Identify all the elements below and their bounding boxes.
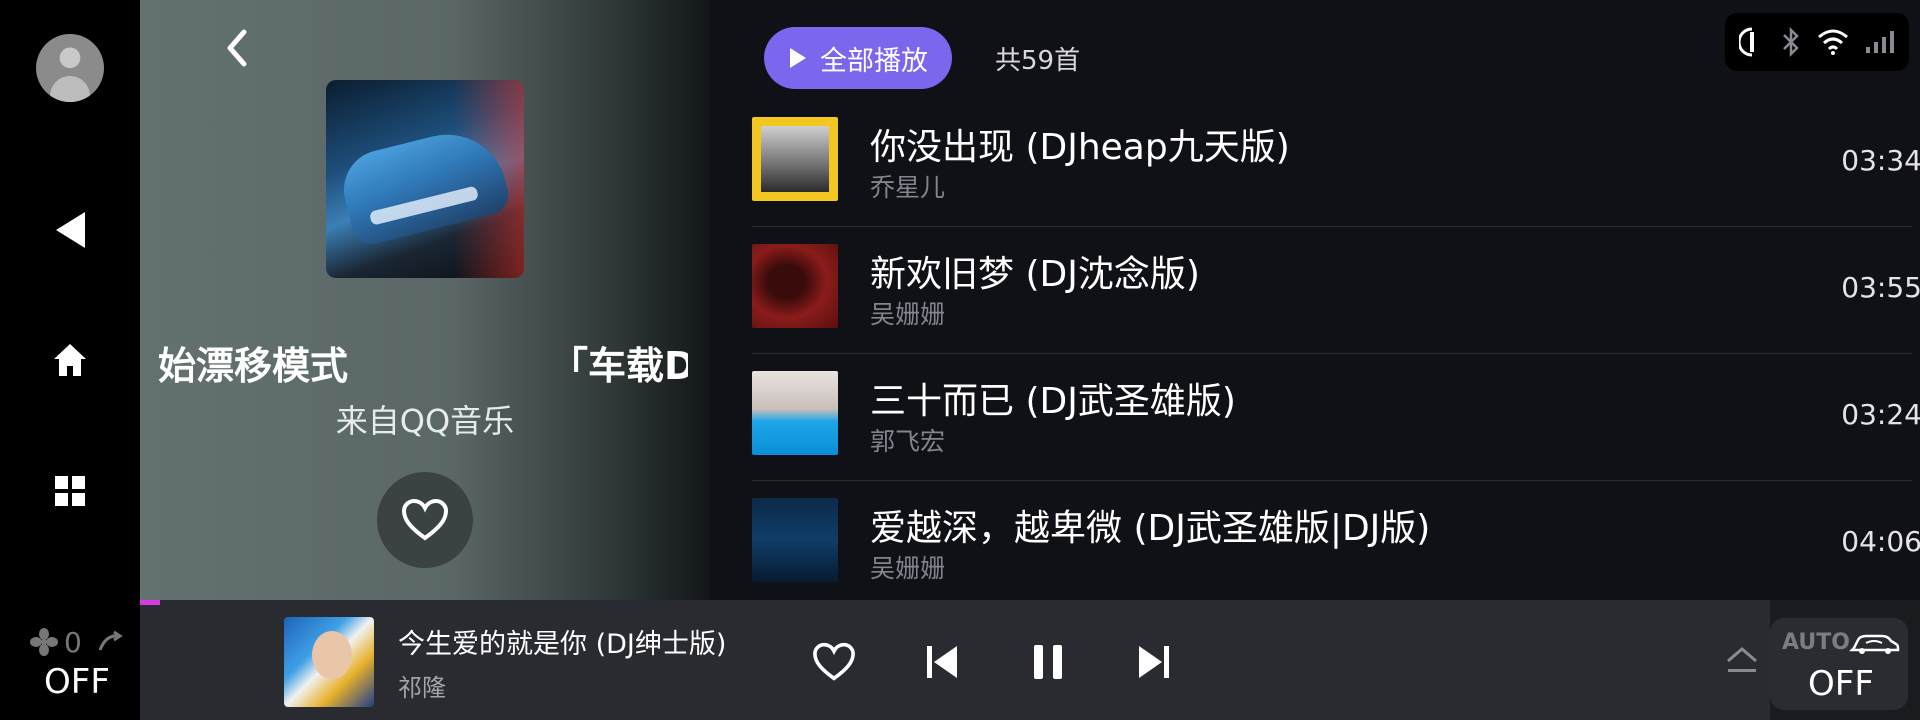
nav-home-button[interactable] [44, 334, 96, 386]
song-duration: 03:55 [1841, 271, 1920, 304]
playlist-cover [326, 80, 524, 278]
nav-back-button[interactable] [44, 204, 96, 256]
song-duration: 04:06 [1841, 525, 1920, 558]
car-recirculation-icon [1848, 634, 1900, 654]
side-nav [0, 0, 140, 600]
bluetooth-icon [1782, 26, 1799, 58]
fan-icon [30, 628, 58, 656]
back-triangle-icon [56, 212, 85, 248]
playback-progress[interactable] [140, 600, 1780, 605]
song-duration: 03:24 [1841, 398, 1920, 431]
auto-mode-label: AUTO [1782, 630, 1850, 655]
pause-icon [1034, 645, 1062, 679]
play-all-label: 全部播放 [820, 45, 928, 77]
play-icon [790, 48, 806, 68]
wifi-icon [1817, 29, 1848, 55]
playlist-source: 来自QQ音乐 [335, 402, 515, 440]
playlist-title-left: 始漂移模式 [158, 344, 349, 385]
like-button[interactable] [810, 638, 858, 686]
song-row[interactable]: 新欢旧梦 (DJ沈念版) 吴姗姗 03:55 [752, 227, 1920, 354]
home-icon [54, 344, 86, 376]
song-thumbnail [752, 371, 838, 455]
song-list-area: 全部播放 共59首 你没出现 (DJheap九天版) 乔星儿 03:34 新欢旧… [710, 0, 1920, 600]
song-row[interactable]: 三十而已 (DJ武圣雄版) 郭飞宏 03:24 [752, 354, 1920, 481]
favorite-playlist-button[interactable] [377, 472, 473, 568]
chevron-left-icon [227, 29, 247, 67]
wireless-charge-icon [1738, 27, 1754, 57]
airflow-icon [98, 630, 123, 651]
auto-climate-box[interactable]: AUTO OFF [1770, 618, 1908, 710]
climate-right-status: OFF [1808, 664, 1874, 704]
now-playing-artist: 祁隆 [398, 674, 446, 702]
previous-icon [927, 646, 957, 678]
playlist-title-marquee: 始漂移模式 「车载D [158, 335, 688, 385]
music-app-screen: 始漂移模式 「车载D 来自QQ音乐 全部播放 共59首 你没出现 (DJheap… [0, 0, 1920, 720]
song-title: 三十而已 (DJ武圣雄版) [870, 381, 1236, 422]
song-artist: 吴姗姗 [870, 554, 946, 583]
song-duration: 03:34 [1841, 144, 1920, 177]
song-title: 新欢旧梦 (DJ沈念版) [870, 254, 1200, 295]
expand-player-button[interactable] [1718, 638, 1766, 686]
expand-up-icon [1727, 647, 1757, 672]
song-list: 你没出现 (DJheap九天版) 乔星儿 03:34 新欢旧梦 (DJ沈念版) … [752, 100, 1920, 607]
song-thumbnail [752, 244, 838, 328]
pause-button[interactable] [1024, 638, 1072, 686]
heart-icon [813, 642, 855, 681]
climate-fan-control[interactable]: 0 OFF [0, 600, 140, 720]
mini-player: 今生爱的就是你 (DJ绅士版) 祁隆 [140, 600, 1780, 720]
back-button[interactable] [220, 28, 256, 68]
heart-icon [401, 498, 449, 541]
song-thumbnail [752, 117, 838, 201]
song-artist: 乔星儿 [870, 173, 946, 202]
status-bar [1725, 13, 1909, 71]
playlist-title-right: 「车载D [550, 344, 688, 385]
song-count: 共59首 [995, 46, 1081, 76]
climate-auto-control[interactable]: AUTO OFF [1770, 600, 1920, 720]
now-playing-title: 今生爱的就是你 (DJ绅士版) [398, 629, 727, 660]
play-all-button[interactable]: 全部播放 [764, 27, 952, 89]
next-button[interactable] [1130, 638, 1178, 686]
song-artist: 吴姗姗 [870, 300, 946, 329]
fan-level: 0 [64, 626, 82, 659]
climate-left-status: OFF [44, 662, 110, 702]
next-icon [1139, 646, 1169, 678]
now-playing-cover[interactable] [284, 617, 374, 707]
signal-icon [1865, 31, 1894, 53]
song-row[interactable]: 你没出现 (DJheap九天版) 乔星儿 03:34 [752, 100, 1920, 227]
song-thumbnail [752, 498, 838, 582]
song-row[interactable]: 爱越深，越卑微 (DJ武圣雄版|DJ版) 吴姗姗 04:06 [752, 481, 1920, 607]
previous-button[interactable] [918, 638, 966, 686]
nav-apps-button[interactable] [44, 465, 96, 517]
playlist-info-panel: 始漂移模式 「车载D 来自QQ音乐 [140, 0, 710, 600]
apps-grid-icon [55, 476, 85, 506]
user-avatar[interactable] [36, 34, 104, 102]
song-artist: 郭飞宏 [870, 427, 946, 456]
song-title: 你没出现 (DJheap九天版) [870, 127, 1290, 168]
song-title: 爱越深，越卑微 (DJ武圣雄版|DJ版) [870, 508, 1431, 549]
